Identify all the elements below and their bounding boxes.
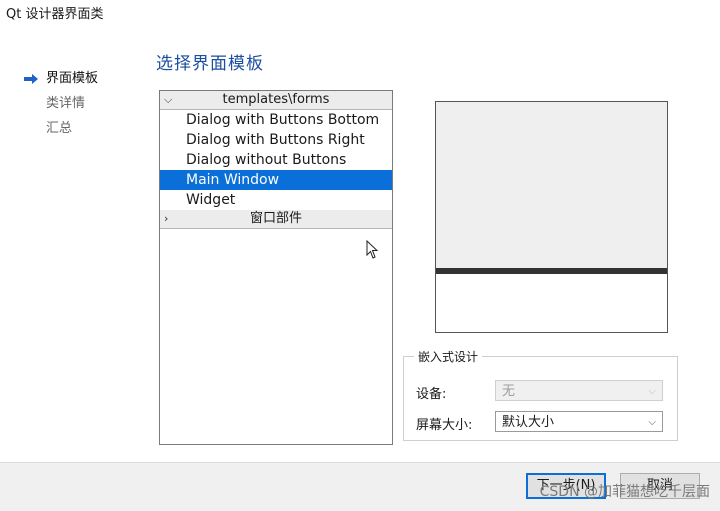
page-title: 选择界面模板 [156, 54, 264, 74]
chevron-down-icon[interactable]: ⌵ [164, 91, 172, 109]
chevron-down-icon: ⌵ [648, 417, 656, 428]
tree-group-templates-forms[interactable]: ⌵ templates\forms [160, 91, 392, 110]
nav-item-interface-template: 界面模板 [24, 66, 134, 91]
chevron-down-icon: ⌵ [648, 386, 656, 397]
group-title: 嵌入式设计 [414, 348, 483, 365]
arrow-right-icon [24, 74, 38, 84]
screen-size-label: 屏幕大小: [416, 418, 473, 433]
nav-item-summary: 汇总 [24, 116, 134, 141]
tree-group-widgets[interactable]: › 窗口部件 [160, 210, 392, 229]
screen-size-value: 默认大小 [502, 415, 555, 430]
device-label: 设备: [416, 387, 447, 402]
nav-label: 类详情 [46, 96, 86, 111]
wizard-nav: 界面模板 类详情 汇总 [24, 66, 134, 141]
embedded-design-group: 嵌入式设计 设备: 无 ⌵ 屏幕大小: 默认大小 ⌵ [403, 348, 678, 441]
mouse-cursor-icon [366, 240, 379, 259]
preview-bottom-area [436, 274, 667, 332]
template-tree[interactable]: ⌵ templates\forms Dialog with Buttons Bo… [159, 90, 393, 445]
tree-item-dialog-buttons-bottom[interactable]: Dialog with Buttons Bottom [160, 110, 392, 130]
nav-label: 界面模板 [46, 71, 99, 86]
chevron-right-icon[interactable]: › [164, 210, 168, 228]
window-title: Qt 设计器界面类 [6, 7, 104, 22]
tree-group-label: templates\forms [222, 92, 330, 107]
watermark: CSDN @加菲猫想吃千层面 [539, 484, 710, 500]
template-preview [435, 101, 668, 333]
title-bar: Qt 设计器界面类 [0, 0, 720, 30]
tree-item-dialog-buttons-right[interactable]: Dialog with Buttons Right [160, 130, 392, 150]
device-select[interactable]: 无 ⌵ [495, 380, 663, 401]
tree-item-main-window[interactable]: Main Window [160, 170, 392, 190]
tree-item-dialog-without-buttons[interactable]: Dialog without Buttons [160, 150, 392, 170]
tree-group-label: 窗口部件 [249, 211, 302, 226]
device-value: 无 [502, 384, 516, 399]
screen-size-select[interactable]: 默认大小 ⌵ [495, 411, 663, 432]
tree-item-widget[interactable]: Widget [160, 190, 392, 210]
nav-label: 汇总 [46, 121, 73, 136]
nav-item-class-details: 类详情 [24, 91, 134, 116]
